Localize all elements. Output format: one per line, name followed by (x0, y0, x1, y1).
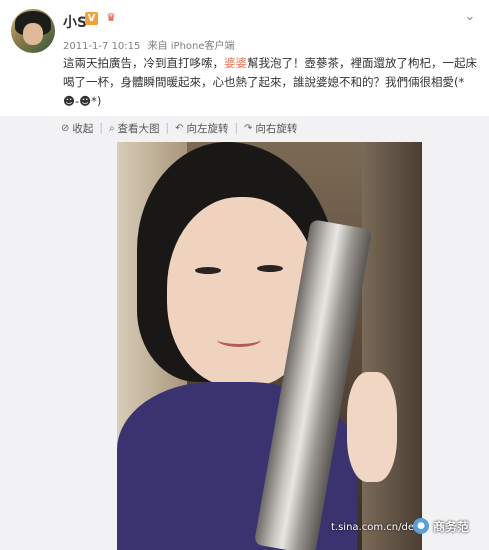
watermark-text: t.sina.com.cn/dees (331, 522, 426, 533)
post-text: 這兩天拍廣告，冷到直打哆嗦，婆婆幫我泡了！壺蔘茶，裡面還放了枸杞，一起床喝了一杯… (63, 54, 478, 111)
photo-mouth (217, 332, 261, 347)
view-large-button[interactable]: ⌕ 查看大图 (109, 121, 160, 136)
toolbar-divider: | (99, 122, 103, 134)
rotate-right-icon: ↷ (244, 122, 253, 134)
collapse-label: 收起 (72, 122, 94, 135)
collapse-button[interactable]: ⊘ 收起 (61, 121, 93, 136)
post-text-part1: 這兩天拍廣告，冷到直打哆嗦， (63, 56, 224, 70)
post-date[interactable]: 2011-1-7 10:15 (63, 41, 140, 52)
photo-eye (195, 267, 221, 274)
mention-link[interactable]: 婆婆 (224, 56, 247, 70)
post-header: 小S V ♛ ⌄ 2011-1-7 10:15 来自 iPhone客户端 這兩天… (0, 0, 489, 116)
brand-label: 商务范 (433, 519, 470, 534)
rotate-left-icon: ↶ (175, 122, 184, 134)
chevron-down-icon[interactable]: ⌄ (463, 10, 477, 24)
rotate-right-button[interactable]: ↷ 向右旋转 (244, 121, 297, 136)
photo-eye (257, 265, 283, 272)
toolbar-divider: | (234, 122, 239, 134)
wechat-icon: ● (413, 518, 429, 534)
rotate-left-label: 向左旋转 (186, 122, 229, 135)
view-large-label: 查看大图 (117, 122, 160, 135)
rotate-right-label: 向右旋转 (255, 122, 298, 135)
avatar-face (23, 23, 43, 45)
media-toolbar: ⊘ 收起 | ⌕ 查看大图 | ↶ 向左旋转 | ↷ 向右旋转 (0, 116, 489, 140)
collapse-icon: ⊘ (61, 122, 70, 134)
username[interactable]: 小S (63, 12, 87, 32)
post-meta: 2011-1-7 10:15 来自 iPhone客户端 (63, 37, 239, 52)
rotate-left-button[interactable]: ↶ 向左旋转 (175, 121, 228, 136)
post-text-emoji: ☻-☻*) (63, 94, 102, 108)
avatar[interactable] (11, 9, 55, 53)
toolbar-divider: | (165, 122, 170, 134)
photo-background (362, 142, 422, 550)
brand-watermark: ● 商务范 (413, 516, 469, 536)
post-source: 来自 iPhone客户端 (147, 41, 235, 52)
post-photo[interactable] (117, 142, 422, 550)
vip-crown-icon[interactable]: ♛ (102, 11, 120, 25)
photo-hand (347, 372, 397, 482)
verified-badge-icon: V (85, 12, 98, 25)
search-icon: ⌕ (108, 122, 115, 134)
